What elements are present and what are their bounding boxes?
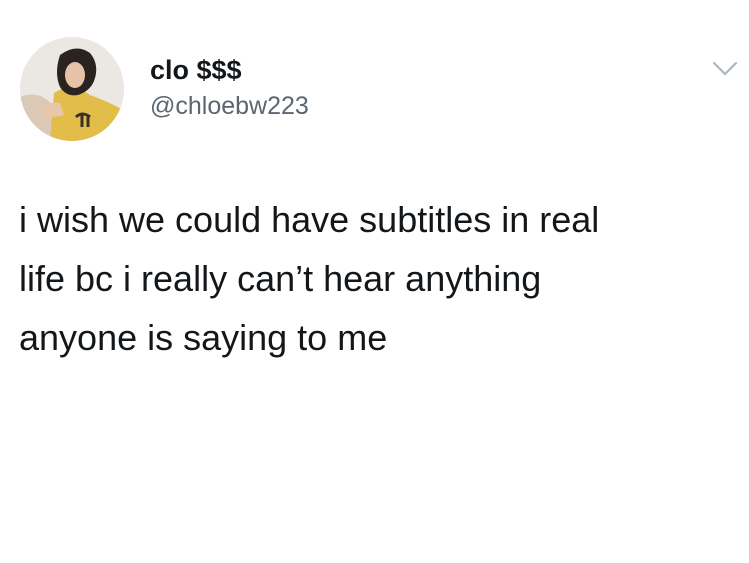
tweet-text: i wish we could have subtitles in real l… bbox=[19, 199, 600, 358]
tweet-card: clo $$$ @chloebw223 i wish we could have… bbox=[0, 0, 749, 563]
user-handle[interactable]: @chloebw223 bbox=[150, 92, 309, 121]
avatar-image bbox=[20, 37, 124, 141]
chevron-down-icon[interactable] bbox=[712, 60, 738, 78]
display-name[interactable]: clo $$$ bbox=[150, 55, 242, 86]
avatar[interactable] bbox=[20, 37, 124, 141]
